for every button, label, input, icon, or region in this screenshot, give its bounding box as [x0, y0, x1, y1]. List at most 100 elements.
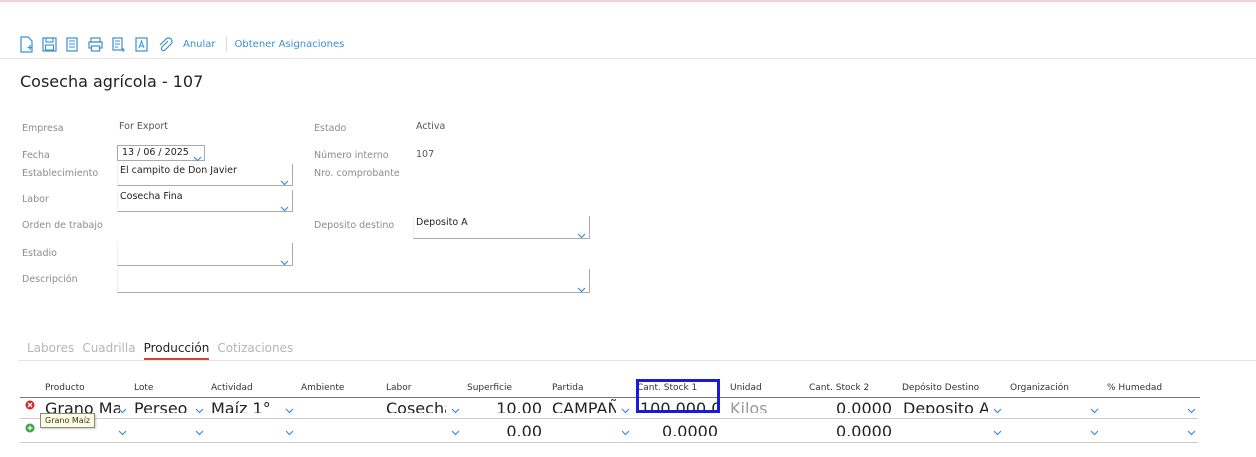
col-header-lote[interactable]: Lote [134, 383, 153, 397]
chevron-down-icon[interactable] [118, 428, 127, 437]
chevron-down-icon[interactable] [451, 406, 460, 415]
deposito-destino-label: Deposito destino [314, 220, 395, 231]
chevron-down-icon[interactable] [280, 178, 289, 187]
cell-partida[interactable]: CAMPAÑA 24-25 [552, 399, 616, 413]
cant-stock-1-highlight [636, 379, 720, 413]
col-header-superficie[interactable]: Superficie [467, 383, 512, 397]
col-header-actividad[interactable]: Actividad [211, 383, 253, 397]
col-header-cant-stock-2[interactable]: Cant. Stock 2 [809, 383, 869, 397]
chevron-down-icon[interactable] [280, 204, 289, 213]
chevron-down-icon[interactable] [1187, 406, 1196, 415]
save-icon[interactable] [41, 36, 58, 53]
fecha-date-picker[interactable]: 13 / 06 / 2025 [117, 145, 205, 163]
estadio-select[interactable] [117, 243, 293, 266]
cell-organizacion[interactable] [1010, 399, 1090, 413]
empresa-value: For Export [119, 121, 168, 132]
chevron-down-icon[interactable] [1090, 428, 1099, 437]
empresa-label: Empresa [22, 123, 64, 134]
chevron-down-icon[interactable] [1187, 428, 1196, 437]
producto-tooltip: Grano Maíz [40, 413, 96, 428]
toolbar: Anular Obtener Asignaciones [18, 35, 350, 53]
estadio-label: Estadio [22, 248, 57, 259]
chevron-down-icon[interactable] [577, 285, 586, 294]
delete-row-icon[interactable] [25, 400, 35, 410]
numero-interno-label: Número interno [314, 150, 389, 161]
labor-select[interactable]: Cosecha Fina [117, 190, 293, 212]
numero-interno-value: 107 [416, 149, 435, 160]
print-icon[interactable] [87, 36, 104, 53]
grid-header-divider [20, 397, 1200, 398]
obtener-asignaciones-link[interactable]: Obtener Asignaciones [235, 39, 345, 50]
col-header-organizacion[interactable]: Organización [1010, 383, 1069, 397]
chevron-down-icon[interactable] [621, 428, 630, 437]
row-divider [20, 442, 1198, 443]
new-document-icon[interactable] [18, 35, 35, 53]
orden-trabajo-label: Orden de trabajo [22, 220, 103, 231]
col-header-producto[interactable]: Producto [45, 383, 85, 397]
cell-producto[interactable]: Grano Maíz [45, 399, 120, 413]
establecimiento-select[interactable]: El campito de Don Javier [117, 164, 293, 186]
add-row-icon[interactable] [25, 423, 35, 433]
cell-unidad: Kilos [730, 399, 768, 413]
tab-bar: Labores Cuadrilla Producción Cotizacione… [27, 341, 301, 360]
establecimiento-label: Establecimiento [22, 168, 99, 179]
toolbar-divider [0, 58, 1256, 59]
chevron-down-icon[interactable] [195, 406, 204, 415]
col-header-unidad[interactable]: Unidad [730, 383, 762, 397]
cell-cant-stock-2[interactable]: 0.0000 [810, 399, 892, 413]
cell-labor[interactable]: Cosecha Fina [386, 399, 446, 413]
col-header-partida[interactable]: Partida [552, 383, 584, 397]
col-header-ambiente[interactable]: Ambiente [301, 383, 344, 397]
cell-cant-stock-1[interactable]: 0.0000 [640, 422, 718, 436]
chevron-down-icon[interactable] [280, 258, 289, 267]
tabs-divider [18, 360, 1256, 361]
row-divider [20, 418, 1198, 419]
chevron-down-icon[interactable] [285, 406, 294, 415]
descripcion-input[interactable] [117, 269, 590, 293]
fecha-label: Fecha [22, 150, 50, 161]
cell-humedad[interactable] [1107, 399, 1187, 413]
col-header-humedad[interactable]: % Humedad [1107, 383, 1162, 397]
chevron-down-icon[interactable] [195, 428, 204, 437]
chevron-down-icon[interactable] [451, 428, 460, 437]
chevron-down-icon[interactable] [193, 154, 202, 163]
cell-superficie[interactable]: 0.00 [466, 422, 542, 436]
labor-label: Labor [22, 194, 49, 205]
establecimiento-value: El campito de Don Javier [120, 165, 237, 176]
copy-icon[interactable] [64, 36, 81, 53]
estado-value: Activa [416, 121, 446, 132]
descripcion-label: Descripción [22, 274, 78, 285]
fecha-value: 13 / 06 / 2025 [122, 147, 189, 158]
chevron-down-icon[interactable] [621, 406, 630, 415]
anular-link[interactable]: Anular [183, 39, 216, 50]
col-header-deposito-destino[interactable]: Depósito Destino [902, 383, 979, 397]
chevron-down-icon[interactable] [577, 231, 586, 240]
tab-labores[interactable]: Labores [27, 341, 74, 360]
cell-superficie[interactable]: 10.00 [466, 399, 542, 413]
tab-cuadrilla[interactable]: Cuadrilla [82, 341, 135, 360]
cell-lote[interactable]: Perseo [134, 399, 194, 413]
chevron-down-icon[interactable] [993, 428, 1002, 437]
cell-ambiente[interactable] [301, 399, 371, 413]
tab-produccion[interactable]: Producción [143, 341, 210, 360]
chevron-down-icon[interactable] [1090, 406, 1099, 415]
cell-deposito-destino[interactable]: Deposito A [903, 399, 988, 413]
attachment-icon[interactable] [156, 36, 173, 53]
chevron-down-icon[interactable] [118, 406, 127, 415]
cell-actividad[interactable]: Maíz 1° [211, 399, 281, 413]
text-icon[interactable] [133, 36, 150, 53]
nro-comprobante-label: Nro. comprobante [314, 168, 400, 179]
top-accent-bar [0, 0, 1256, 2]
chevron-down-icon[interactable] [993, 406, 1002, 415]
col-header-labor[interactable]: Labor [386, 383, 411, 397]
cell-cant-stock-2[interactable]: 0.0000 [810, 422, 892, 436]
deposito-destino-select[interactable]: Deposito A [413, 216, 590, 239]
chevron-down-icon[interactable] [285, 428, 294, 437]
estado-label: Estado [314, 123, 347, 134]
print-preview-icon[interactable] [110, 36, 127, 53]
toolbar-separator [225, 37, 227, 51]
page-title: Cosecha agrícola - 107 [20, 72, 204, 91]
deposito-destino-value: Deposito A [416, 217, 468, 228]
labor-value: Cosecha Fina [120, 191, 183, 202]
tab-cotizaciones[interactable]: Cotizaciones [217, 341, 293, 360]
